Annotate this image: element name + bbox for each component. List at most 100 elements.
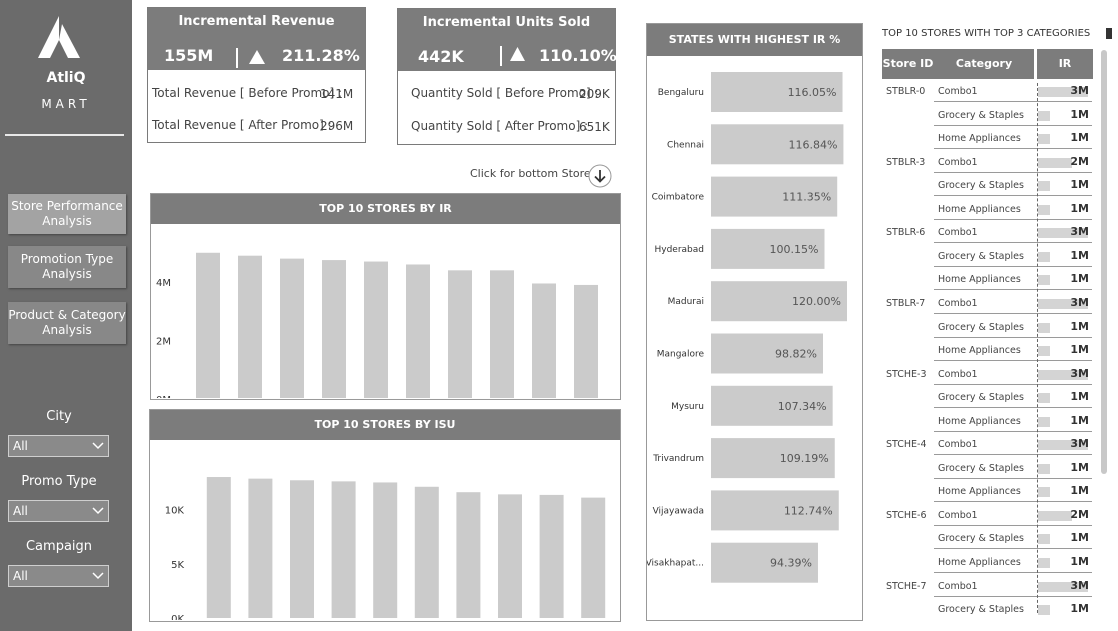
data-label: 120.00% (792, 295, 841, 308)
kpi-header: Incremental Revenue 155M 211.28% (148, 8, 365, 70)
row-separator (934, 312, 1092, 314)
row-separator (934, 454, 1092, 456)
row-separator (934, 148, 1092, 150)
bar (532, 283, 556, 399)
ir-value: 1M (1070, 484, 1089, 498)
ir-value: 1M (1070, 319, 1089, 333)
kpi-header: Incremental Units Sold 442K 110.10% (398, 9, 617, 71)
kpi-title: Incremental Units Sold (422, 15, 591, 30)
bottom-stores-link[interactable]: Click for bottom Stores (470, 167, 596, 180)
campaign-dropdown[interactable]: All (8, 565, 109, 587)
kpi-value: 155M (164, 46, 214, 65)
category-cell: Grocery & Staples (938, 180, 1024, 192)
category-label: Trivandrum (652, 454, 704, 464)
chart-top10-ir: 0M2M4MSTMYS-1STCHE-4STBLR-0STBLR-7STCHE-… (156, 252, 604, 415)
nav-store-performance-button[interactable]: Store Performance Analysis (8, 194, 126, 234)
promo-type-dropdown-value: All (13, 504, 28, 518)
bar (331, 481, 356, 618)
chart-title: TOP 10 STORES BY ISU (150, 410, 620, 440)
store-id-cell: STCHE-7 (886, 580, 927, 592)
data-label: 116.84% (788, 138, 837, 151)
city-dropdown[interactable]: All (8, 435, 109, 457)
bar (373, 482, 398, 618)
category-cell: Home Appliances (938, 274, 1021, 286)
ir-value: 1M (1070, 531, 1089, 545)
store-id-cell: STCHE-6 (886, 509, 927, 521)
category-cell: Grocery & Staples (938, 109, 1024, 121)
bar (490, 270, 514, 399)
ir-axis-line (1037, 83, 1038, 615)
row-separator (934, 477, 1092, 479)
nav-label: Store Performance Analysis (11, 199, 123, 228)
divider (5, 134, 124, 136)
ir-value: 3M (1070, 225, 1089, 239)
chart-top10-isu-panel: TOP 10 STORES BY ISU 0K5K10KSTBLR-7STMYS… (149, 409, 621, 631)
row-separator (934, 218, 1092, 220)
up-triangle-icon (510, 47, 525, 61)
row-separator (934, 101, 1092, 102)
bar (539, 494, 564, 618)
data-label: 107.34% (778, 400, 827, 413)
row-separator (934, 289, 1092, 291)
bar (238, 255, 262, 399)
atliq-logo-icon (38, 16, 80, 58)
category-label: Mysuru (671, 402, 704, 412)
campaign-dropdown-value: All (13, 569, 28, 583)
ir-value: 2M (1070, 507, 1089, 521)
category-cell: Grocery & Staples (938, 321, 1024, 333)
data-label: 98.82% (775, 348, 817, 361)
chart-title: STATES WITH HIGHEST IR % (647, 24, 862, 56)
nav-label: Product & Category Analysis (8, 308, 126, 337)
campaign-filter-label: Campaign (25, 539, 93, 554)
nav-product-category-button[interactable]: Product & Category Analysis (8, 302, 126, 344)
y-tick-label: 5K (171, 560, 184, 571)
bar (414, 486, 439, 618)
category-cell: Home Appliances (938, 415, 1021, 427)
category-label: Hyderabad (655, 245, 705, 255)
category-cell: Combo1 (938, 297, 978, 309)
category-cell: Combo1 (938, 86, 978, 97)
ir-value: 1M (1070, 248, 1089, 262)
focus-mode-icon[interactable] (1106, 28, 1112, 39)
category-cell: Combo1 (938, 156, 978, 168)
data-label: 94.39% (770, 557, 812, 570)
y-tick-label: 0K (171, 614, 184, 620)
sidebar: AtliQ MART Store Performance Analysis Pr… (0, 0, 132, 631)
nav-promotion-type-button[interactable]: Promotion Type Analysis (8, 246, 126, 288)
store-id-cell: STBLR-7 (886, 297, 926, 309)
category-cell: Home Appliances (938, 557, 1021, 568)
kpi-percent: 211.28% (282, 46, 360, 65)
category-cell: Home Appliances (938, 203, 1021, 215)
row-separator (934, 171, 1092, 173)
data-label: 100.15% (770, 243, 819, 256)
promo-type-dropdown[interactable]: All (8, 500, 109, 522)
kpi-percent: 110.10% (539, 46, 617, 65)
chevron-down-icon (92, 572, 104, 580)
store-id-cell: STCHE-4 (886, 439, 927, 451)
bar (406, 264, 430, 399)
chart-states-ir-panel: STATES WITH HIGHEST IR % Bengaluru 116.05… (646, 23, 863, 621)
bar (581, 497, 606, 618)
chart-title: TOP 10 STORES BY IR (151, 194, 620, 224)
ir-value: 3M (1070, 295, 1089, 309)
category-label: Chennai (667, 140, 704, 150)
category-label: Vijayawada (653, 506, 704, 516)
category-cell: Combo1 (938, 509, 978, 521)
column-header: IR (1037, 49, 1093, 79)
ir-value: 3M (1070, 437, 1089, 451)
row-separator (934, 548, 1092, 550)
ir-value: 3M (1070, 84, 1089, 97)
category-cell: Grocery & Staples (938, 250, 1024, 262)
category-cell: Combo1 (938, 227, 978, 239)
category-cell: Combo1 (938, 439, 978, 451)
arrow-down-icon[interactable] (588, 164, 612, 188)
y-tick-label: 4M (156, 278, 171, 289)
row-separator (934, 360, 1092, 362)
category-label: Mangalore (657, 350, 705, 360)
category-cell: Grocery & Staples (938, 462, 1024, 474)
ir-value: 1M (1070, 107, 1089, 121)
ir-value: 1M (1070, 343, 1089, 357)
row-separator (934, 124, 1092, 126)
table-scrollbar[interactable] (1101, 50, 1107, 474)
promo-type-filter-label: Promo Type (21, 474, 97, 489)
